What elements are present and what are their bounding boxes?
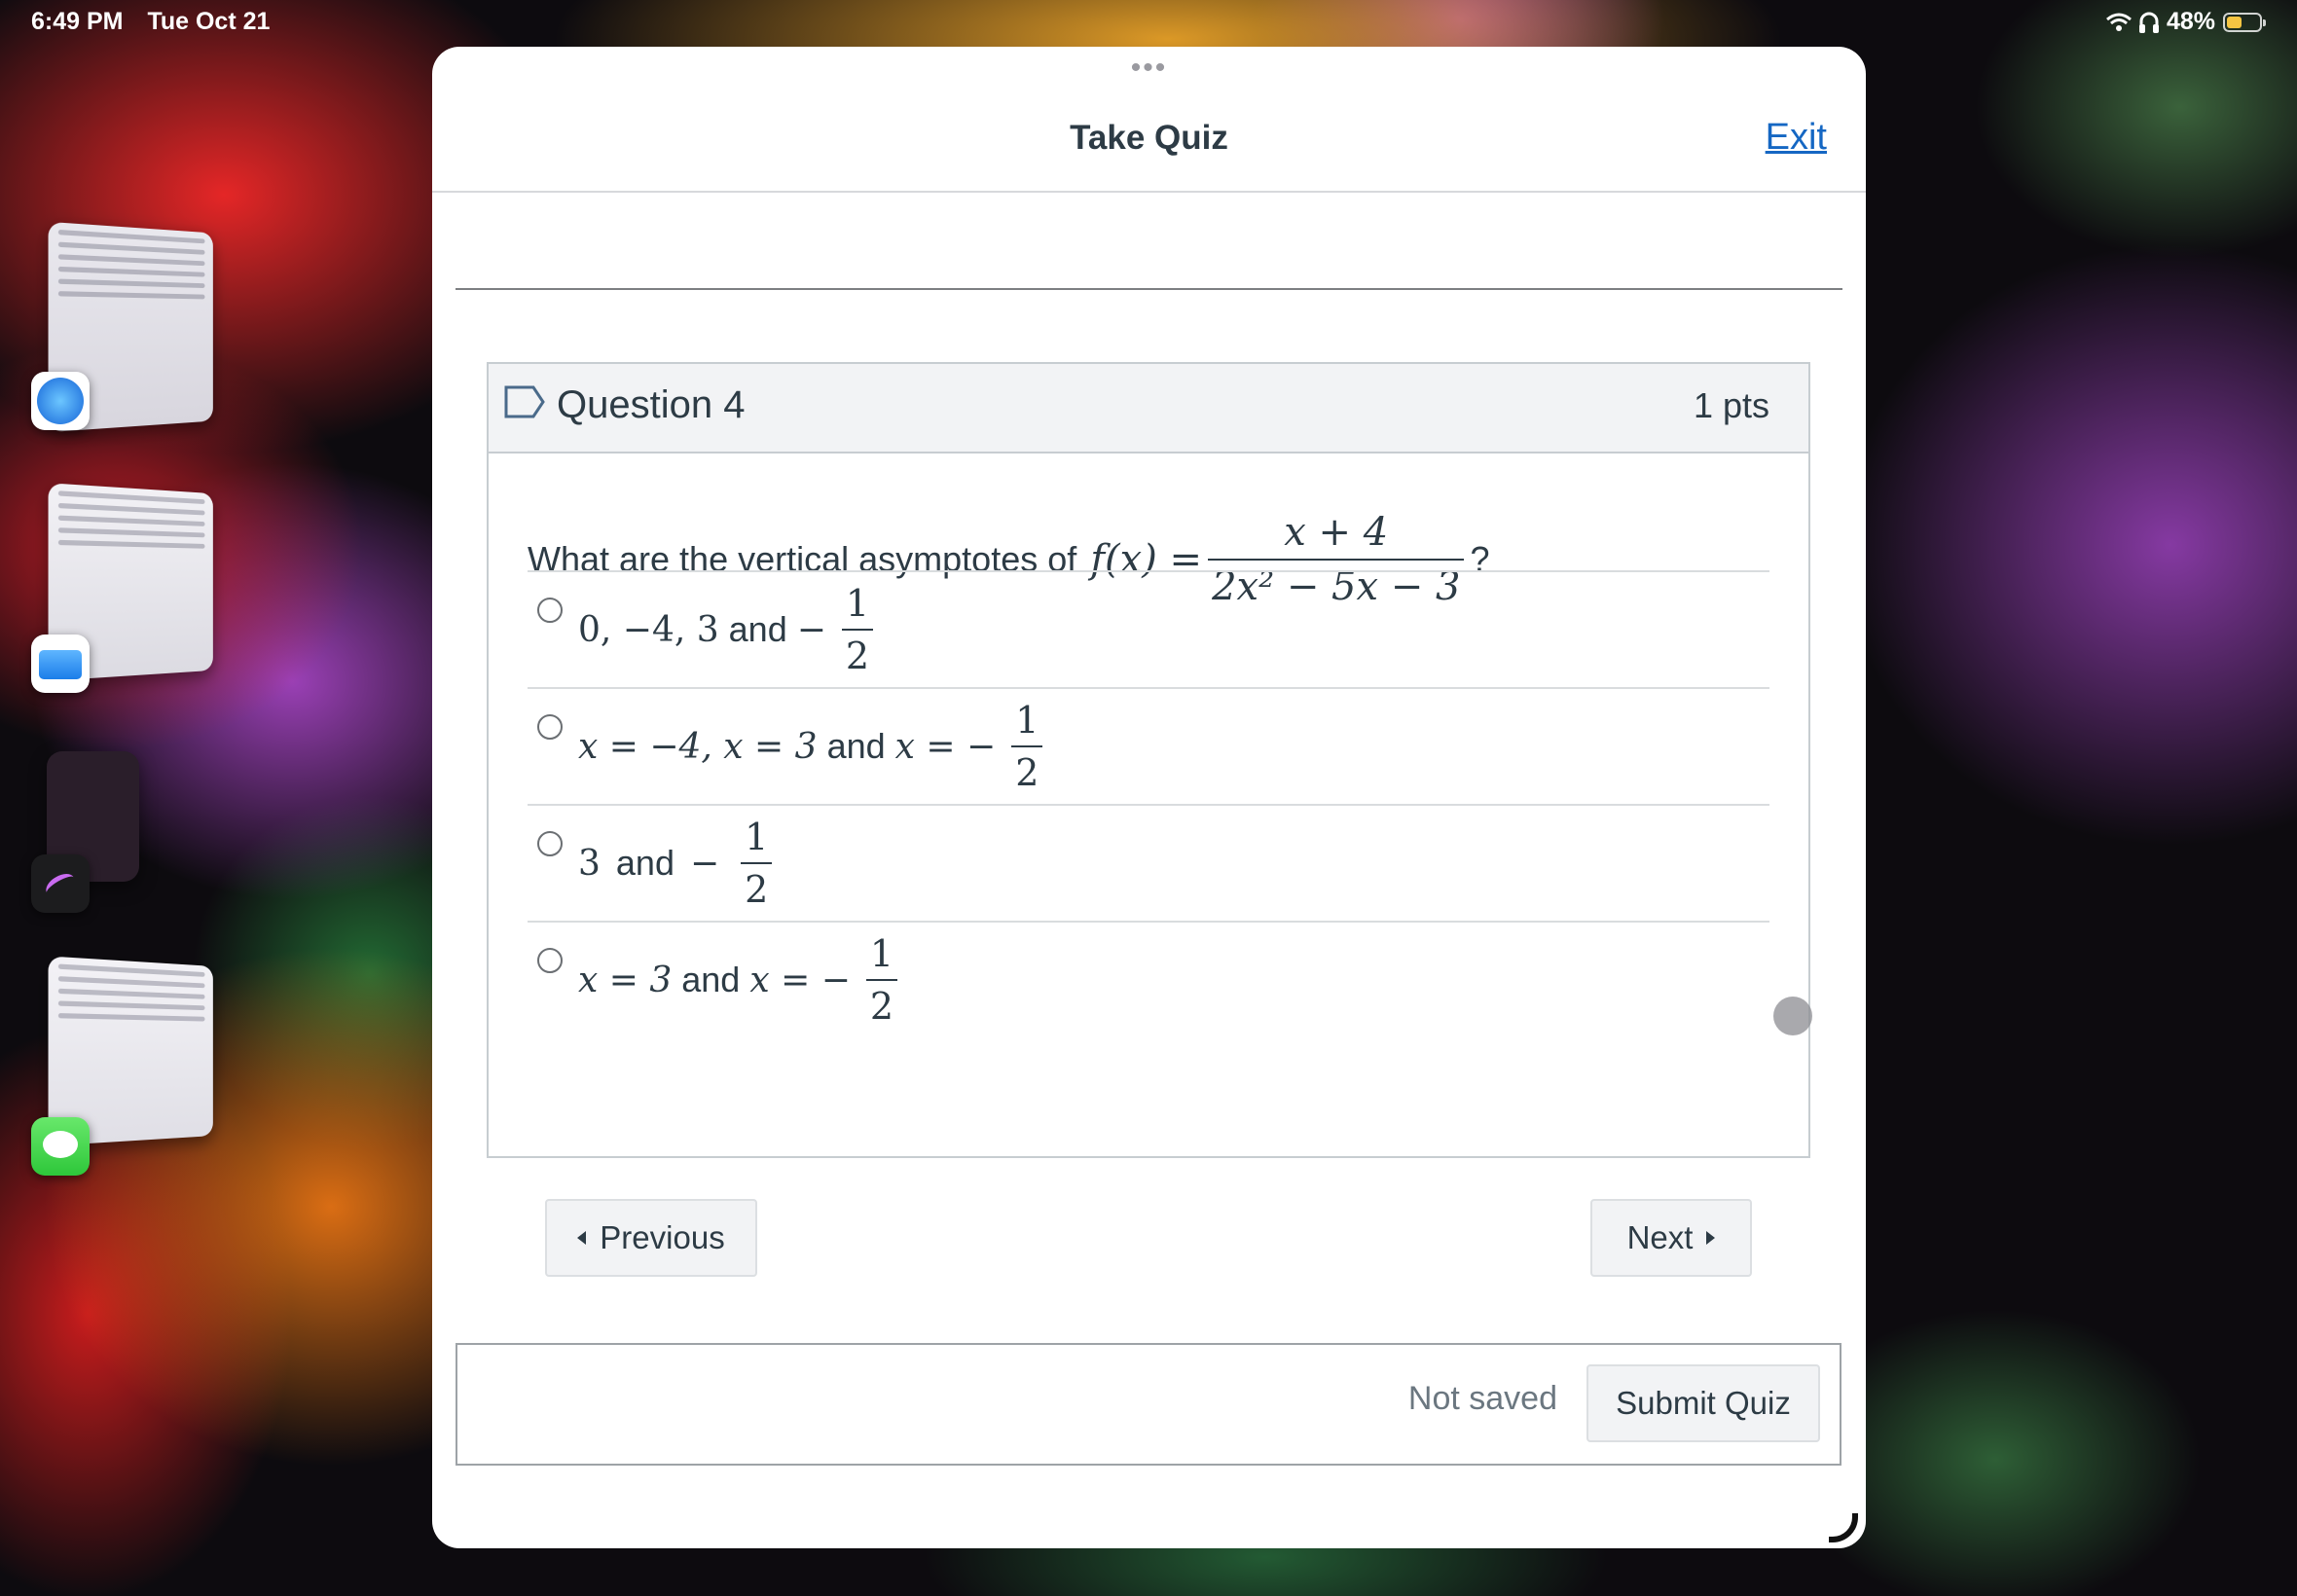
wifi-icon: [2105, 13, 2132, 31]
headphones-icon: [2138, 12, 2159, 33]
answer-expr: 0, −4, 3: [578, 609, 719, 650]
status-time: 6:49 PM: [31, 8, 124, 35]
files-app-icon[interactable]: [31, 635, 90, 693]
question-card: Question 4 1 pts What are the vertical a…: [487, 362, 1810, 1158]
answer-option-b[interactable]: x = −4, x = 3 and x = − 1 2: [528, 687, 1769, 804]
next-button[interactable]: Next: [1590, 1199, 1752, 1277]
window-title: Take Quiz: [1070, 119, 1228, 157]
status-date: Tue Oct 21: [147, 8, 271, 35]
answer-expr: x = −: [749, 960, 851, 1000]
save-status: Not saved: [1407, 1380, 1557, 1417]
answer-connector: and: [826, 726, 886, 766]
radio-button[interactable]: [537, 714, 563, 740]
question-header: Question 4 1 pts: [489, 364, 1808, 453]
radio-button[interactable]: [537, 831, 563, 856]
submit-footer: Not saved Submit Quiz: [456, 1343, 1841, 1466]
answer-expr: −: [689, 843, 720, 884]
question-points: 1 pts: [1693, 385, 1769, 425]
answer-expr: x = −4, x = 3: [578, 726, 818, 767]
answer-connector: and: [615, 843, 675, 883]
answer-fraction: 1 2: [841, 582, 874, 677]
previous-label: Previous: [600, 1219, 725, 1255]
fraction-denominator: 2: [841, 629, 874, 677]
battery-percent: 48%: [2166, 8, 2215, 35]
answer-connector: and: [681, 960, 741, 999]
fraction-numerator: 1: [1015, 699, 1039, 742]
pointer-cursor: [1773, 997, 1812, 1035]
answer-fraction: 1 2: [741, 816, 773, 911]
status-bar-left: 6:49 PM Tue Oct 21: [31, 8, 287, 36]
section-divider: [456, 288, 1842, 290]
fraction-numerator: 1: [845, 582, 870, 625]
flag-question-icon[interactable]: [504, 385, 545, 418]
answer-option-c[interactable]: 3 and − 1 2: [528, 804, 1769, 921]
battery-level: [2227, 16, 2242, 28]
window-drag-handle[interactable]: •••: [432, 54, 1866, 83]
window-resize-handle[interactable]: [1829, 1513, 1858, 1542]
caret-right-icon: [1706, 1231, 1716, 1245]
fraction-denominator: 2: [741, 862, 773, 911]
answer-expr: −: [796, 609, 826, 650]
messages-app-icon[interactable]: [31, 1117, 90, 1176]
answer-fraction: 1 2: [1011, 699, 1043, 794]
exit-link[interactable]: Exit: [1766, 117, 1827, 159]
fraction-denominator: 2: [1011, 745, 1043, 794]
fraction-numerator: 1: [745, 816, 769, 858]
fraction-denominator: 2: [865, 979, 898, 1028]
status-bar-right: 48%: [2105, 8, 2266, 36]
procreate-app-icon[interactable]: [31, 854, 90, 913]
fraction-numerator: x + 4: [1284, 510, 1389, 555]
question-title: Question 4: [557, 383, 746, 426]
quiz-window: ••• Take Quiz Exit Question 4 1 pts What…: [432, 47, 1866, 1548]
header-divider: [432, 191, 1866, 193]
answer-fraction: 1 2: [865, 932, 898, 1028]
submit-quiz-button[interactable]: Submit Quiz: [1586, 1364, 1820, 1442]
radio-button[interactable]: [537, 598, 563, 623]
answer-option-a[interactable]: 0, −4, 3 and − 1 2: [528, 570, 1769, 687]
next-label: Next: [1626, 1219, 1694, 1255]
previous-button[interactable]: Previous: [545, 1199, 757, 1277]
safari-app-icon[interactable]: [31, 372, 90, 430]
caret-left-icon: [577, 1231, 587, 1245]
answer-connector: and: [728, 609, 787, 649]
radio-button[interactable]: [537, 948, 563, 973]
answer-expr: x = 3: [578, 960, 673, 1000]
answer-list: 0, −4, 3 and − 1 2 x = −4, x = 3 and x =…: [528, 570, 1769, 1037]
answer-expr: x = −: [894, 726, 997, 767]
answer-option-d[interactable]: x = 3 and x = − 1 2: [528, 921, 1769, 1037]
fraction-numerator: 1: [869, 932, 894, 975]
battery-icon: [2223, 12, 2266, 32]
answer-expr: 3: [578, 843, 601, 884]
